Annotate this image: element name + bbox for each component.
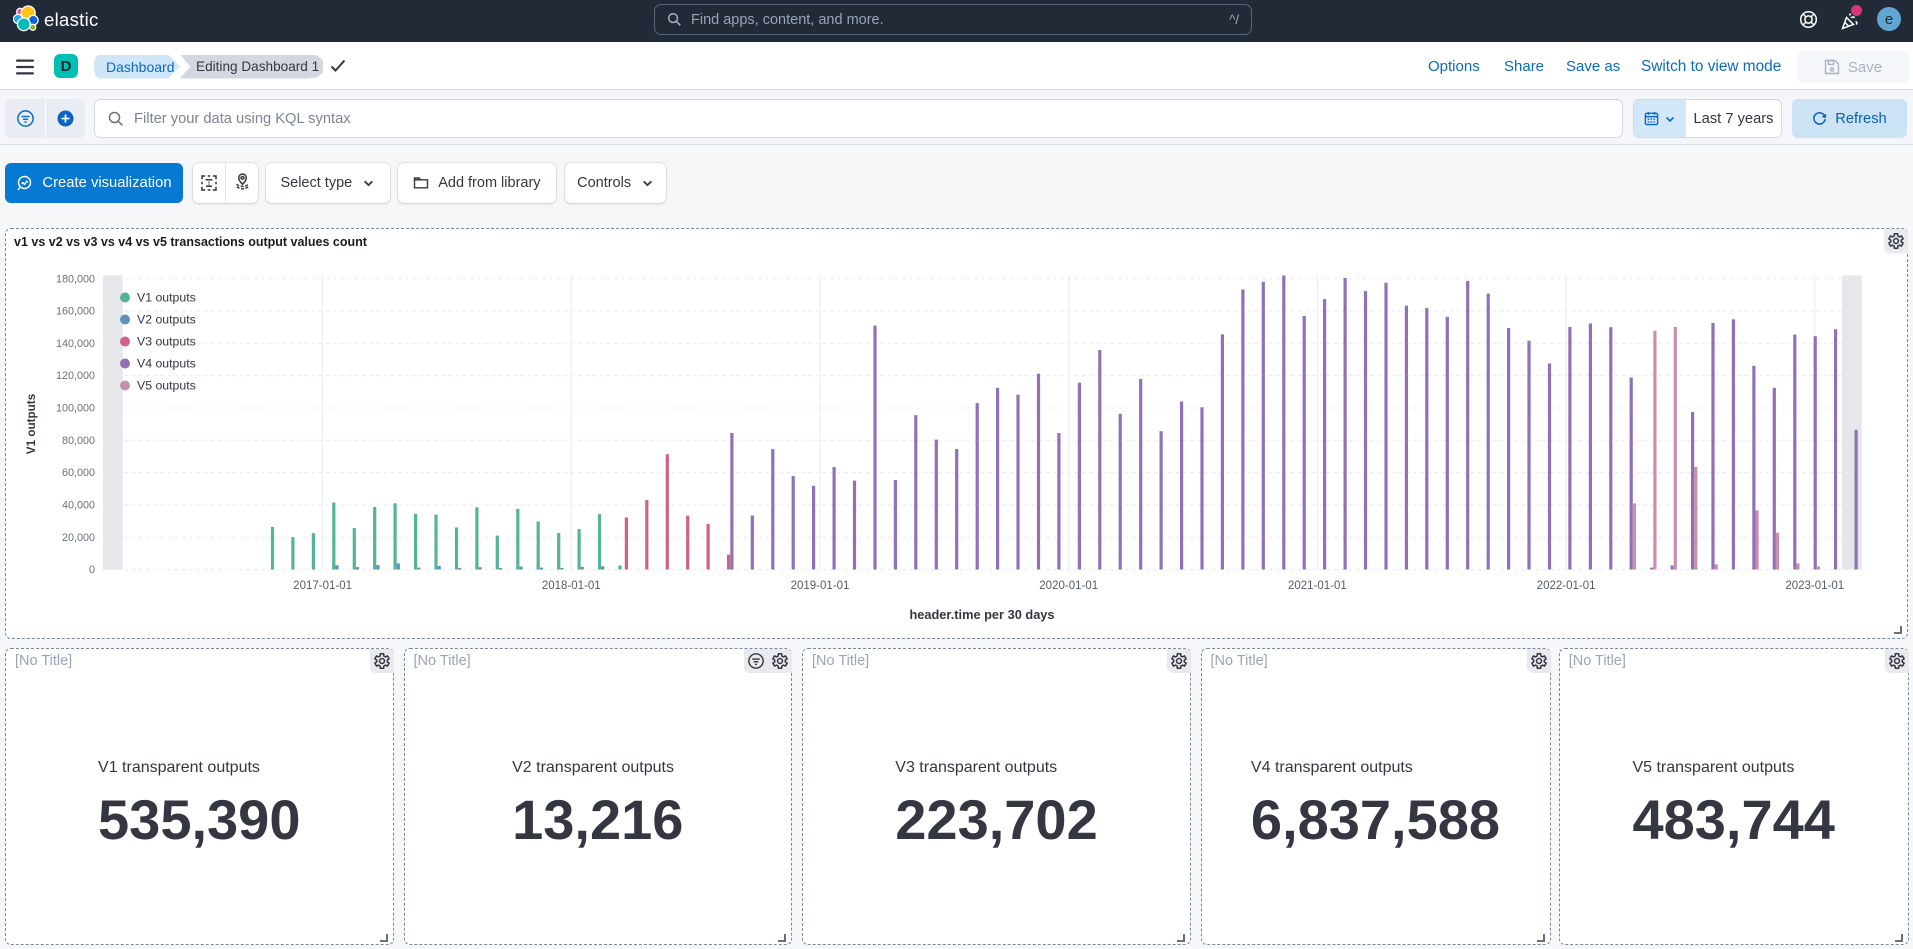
svg-text:180,000: 180,000 xyxy=(56,273,95,285)
svg-text:V5 outputs: V5 outputs xyxy=(137,379,196,393)
svg-text:2019-01-01: 2019-01-01 xyxy=(791,580,850,592)
svg-text:100,000: 100,000 xyxy=(56,403,95,415)
svg-text:140,000: 140,000 xyxy=(56,338,95,350)
svg-text:V3 outputs: V3 outputs xyxy=(137,335,196,349)
svg-text:120,000: 120,000 xyxy=(56,370,95,382)
svg-text:2022-01-01: 2022-01-01 xyxy=(1537,580,1596,592)
svg-text:V1 outputs: V1 outputs xyxy=(137,291,196,305)
svg-text:2018-01-01: 2018-01-01 xyxy=(542,580,601,592)
svg-text:V4 outputs: V4 outputs xyxy=(137,357,196,371)
svg-text:60,000: 60,000 xyxy=(62,467,95,479)
svg-text:40,000: 40,000 xyxy=(62,500,95,512)
svg-text:2023-01-01: 2023-01-01 xyxy=(1785,580,1844,592)
svg-text:80,000: 80,000 xyxy=(62,435,95,447)
svg-text:V2 outputs: V2 outputs xyxy=(137,313,196,327)
svg-text:header.time per 30 days: header.time per 30 days xyxy=(909,607,1054,622)
svg-text:2017-01-01: 2017-01-01 xyxy=(293,580,352,592)
svg-text:2020-01-01: 2020-01-01 xyxy=(1039,580,1098,592)
svg-text:0: 0 xyxy=(89,564,95,576)
svg-text:160,000: 160,000 xyxy=(56,306,95,318)
svg-text:20,000: 20,000 xyxy=(62,532,95,544)
svg-text:V1 outputs: V1 outputs xyxy=(25,393,38,454)
svg-text:2021-01-01: 2021-01-01 xyxy=(1288,580,1347,592)
